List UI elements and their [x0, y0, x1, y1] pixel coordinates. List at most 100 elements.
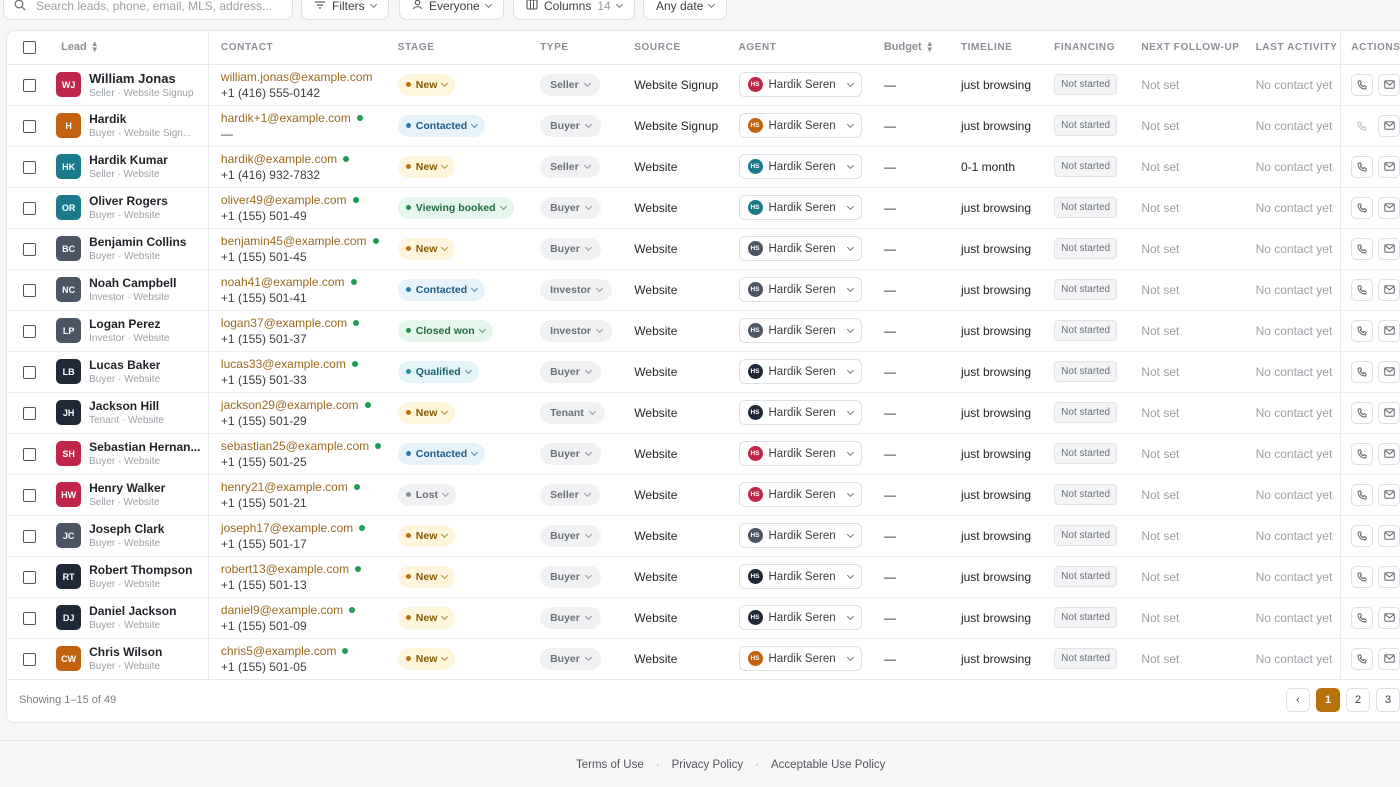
call-button[interactable]: [1351, 114, 1374, 137]
type-dropdown[interactable]: Buyer: [540, 565, 601, 588]
row-select-cell[interactable]: [7, 515, 52, 557]
call-button[interactable]: [1351, 196, 1374, 219]
call-button[interactable]: [1351, 483, 1374, 506]
header-select-all[interactable]: [7, 31, 52, 65]
email-button[interactable]: [1378, 401, 1400, 424]
table-row[interactable]: H Hardik Buyer · Website Sign... hardik+…: [7, 105, 1400, 147]
type-dropdown[interactable]: Buyer: [540, 196, 601, 219]
prev-page-button[interactable]: ‹: [1286, 688, 1310, 712]
type-dropdown[interactable]: Investor: [540, 319, 612, 342]
call-button[interactable]: [1351, 647, 1374, 670]
email-button[interactable]: [1378, 237, 1400, 260]
table-row[interactable]: HW Henry Walker Seller · Website henry21…: [7, 474, 1400, 516]
agent-dropdown[interactable]: HS Hardik Seren: [738, 72, 862, 97]
table-row[interactable]: BC Benjamin Collins Buyer · Website benj…: [7, 228, 1400, 270]
type-dropdown[interactable]: Buyer: [540, 524, 601, 547]
agent-dropdown[interactable]: HS Hardik Seren: [738, 605, 862, 630]
row-checkbox[interactable]: [23, 242, 36, 256]
row-checkbox[interactable]: [23, 78, 36, 92]
agent-dropdown[interactable]: HS Hardik Seren: [738, 400, 862, 425]
lead-name[interactable]: Chris Wilson: [89, 645, 162, 659]
row-select-cell[interactable]: [7, 228, 52, 270]
agent-dropdown[interactable]: HS Hardik Seren: [738, 236, 862, 261]
table-row[interactable]: HK Hardik Kumar Seller · Website hardik@…: [7, 146, 1400, 188]
row-select-cell[interactable]: [7, 146, 52, 188]
lead-name[interactable]: Robert Thompson: [89, 563, 192, 577]
email-button[interactable]: [1378, 278, 1400, 301]
lead-cell[interactable]: CW Chris Wilson Buyer · Website: [51, 638, 209, 680]
row-checkbox[interactable]: [23, 652, 36, 666]
lead-cell[interactable]: HK Hardik Kumar Seller · Website: [51, 146, 209, 188]
email-button[interactable]: [1378, 647, 1400, 670]
stage-dropdown[interactable]: Qualified: [397, 360, 479, 383]
agent-dropdown[interactable]: HS Hardik Seren: [738, 523, 862, 548]
contact-email[interactable]: benjamin45@example.com: [221, 234, 367, 248]
row-checkbox[interactable]: [23, 570, 36, 584]
stage-dropdown[interactable]: Lost: [397, 483, 456, 506]
stage-dropdown[interactable]: New: [397, 73, 456, 96]
row-select-cell[interactable]: [7, 433, 52, 475]
stage-dropdown[interactable]: New: [397, 401, 456, 424]
lead-cell[interactable]: LB Lucas Baker Buyer · Website: [51, 351, 209, 393]
email-button[interactable]: [1378, 319, 1400, 342]
lead-name[interactable]: Noah Campbell: [89, 276, 176, 290]
contact-email[interactable]: logan37@example.com: [221, 316, 347, 330]
call-button[interactable]: [1351, 278, 1374, 301]
row-select-cell[interactable]: [7, 187, 52, 229]
type-dropdown[interactable]: Seller: [540, 155, 600, 178]
contact-email[interactable]: chris5@example.com: [221, 644, 337, 658]
email-button[interactable]: [1378, 565, 1400, 588]
select-all-checkbox[interactable]: [23, 40, 36, 54]
row-select-cell[interactable]: [7, 269, 52, 311]
agent-dropdown[interactable]: HS Hardik Seren: [738, 154, 862, 179]
row-checkbox[interactable]: [23, 365, 36, 379]
lead-cell[interactable]: H Hardik Buyer · Website Sign...: [51, 105, 209, 147]
filters-button[interactable]: Filters: [301, 0, 389, 20]
table-row[interactable]: SH Sebastian Hernan... Buyer · Website s…: [7, 433, 1400, 475]
table-row[interactable]: CW Chris Wilson Buyer · Website chris5@e…: [7, 638, 1400, 680]
row-checkbox[interactable]: [23, 488, 36, 502]
row-select-cell[interactable]: [7, 597, 52, 639]
call-button[interactable]: [1351, 565, 1374, 588]
contact-email[interactable]: sebastian25@example.com: [221, 439, 369, 453]
table-row[interactable]: OR Oliver Rogers Buyer · Website oliver4…: [7, 187, 1400, 229]
aup-link[interactable]: Acceptable Use Policy: [771, 759, 885, 771]
table-row[interactable]: JC Joseph Clark Buyer · Website joseph17…: [7, 515, 1400, 557]
type-dropdown[interactable]: Buyer: [540, 442, 601, 465]
table-row[interactable]: LB Lucas Baker Buyer · Website lucas33@e…: [7, 351, 1400, 393]
row-select-cell[interactable]: [7, 310, 52, 352]
row-checkbox[interactable]: [23, 447, 36, 461]
agent-dropdown[interactable]: HS Hardik Seren: [738, 195, 862, 220]
lead-cell[interactable]: WJ William Jonas Seller · Website Signup: [51, 64, 209, 106]
lead-name[interactable]: Joseph Clark: [89, 522, 164, 536]
type-dropdown[interactable]: Seller: [540, 73, 600, 96]
type-dropdown[interactable]: Seller: [540, 483, 600, 506]
contact-email[interactable]: oliver49@example.com: [221, 193, 347, 207]
type-dropdown[interactable]: Buyer: [540, 647, 601, 670]
type-dropdown[interactable]: Buyer: [540, 237, 601, 260]
privacy-link[interactable]: Privacy Policy: [672, 759, 744, 771]
date-filter-button[interactable]: Any date: [643, 0, 728, 20]
stage-dropdown[interactable]: Contacted: [397, 278, 486, 301]
call-button[interactable]: [1351, 524, 1374, 547]
row-select-cell[interactable]: [7, 105, 52, 147]
lead-name[interactable]: Henry Walker: [89, 481, 165, 495]
row-select-cell[interactable]: [7, 351, 52, 393]
email-button[interactable]: [1378, 606, 1400, 629]
lead-name[interactable]: Jackson Hill: [89, 399, 164, 413]
stage-dropdown[interactable]: Viewing booked: [397, 196, 514, 219]
columns-button[interactable]: Columns 14: [513, 0, 635, 20]
lead-cell[interactable]: JH Jackson Hill Tenant · Website: [51, 392, 209, 434]
contact-email[interactable]: hardik+1@example.com: [221, 111, 351, 125]
row-checkbox[interactable]: [23, 406, 36, 420]
email-button[interactable]: [1378, 360, 1400, 383]
lead-cell[interactable]: BC Benjamin Collins Buyer · Website: [51, 228, 209, 270]
email-button[interactable]: [1378, 442, 1400, 465]
stage-dropdown[interactable]: New: [397, 565, 456, 588]
stage-dropdown[interactable]: Contacted: [397, 114, 486, 137]
call-button[interactable]: [1351, 360, 1374, 383]
type-dropdown[interactable]: Buyer: [540, 114, 601, 137]
type-dropdown[interactable]: Investor: [540, 278, 612, 301]
call-button[interactable]: [1351, 155, 1374, 178]
contact-email[interactable]: henry21@example.com: [221, 480, 348, 494]
